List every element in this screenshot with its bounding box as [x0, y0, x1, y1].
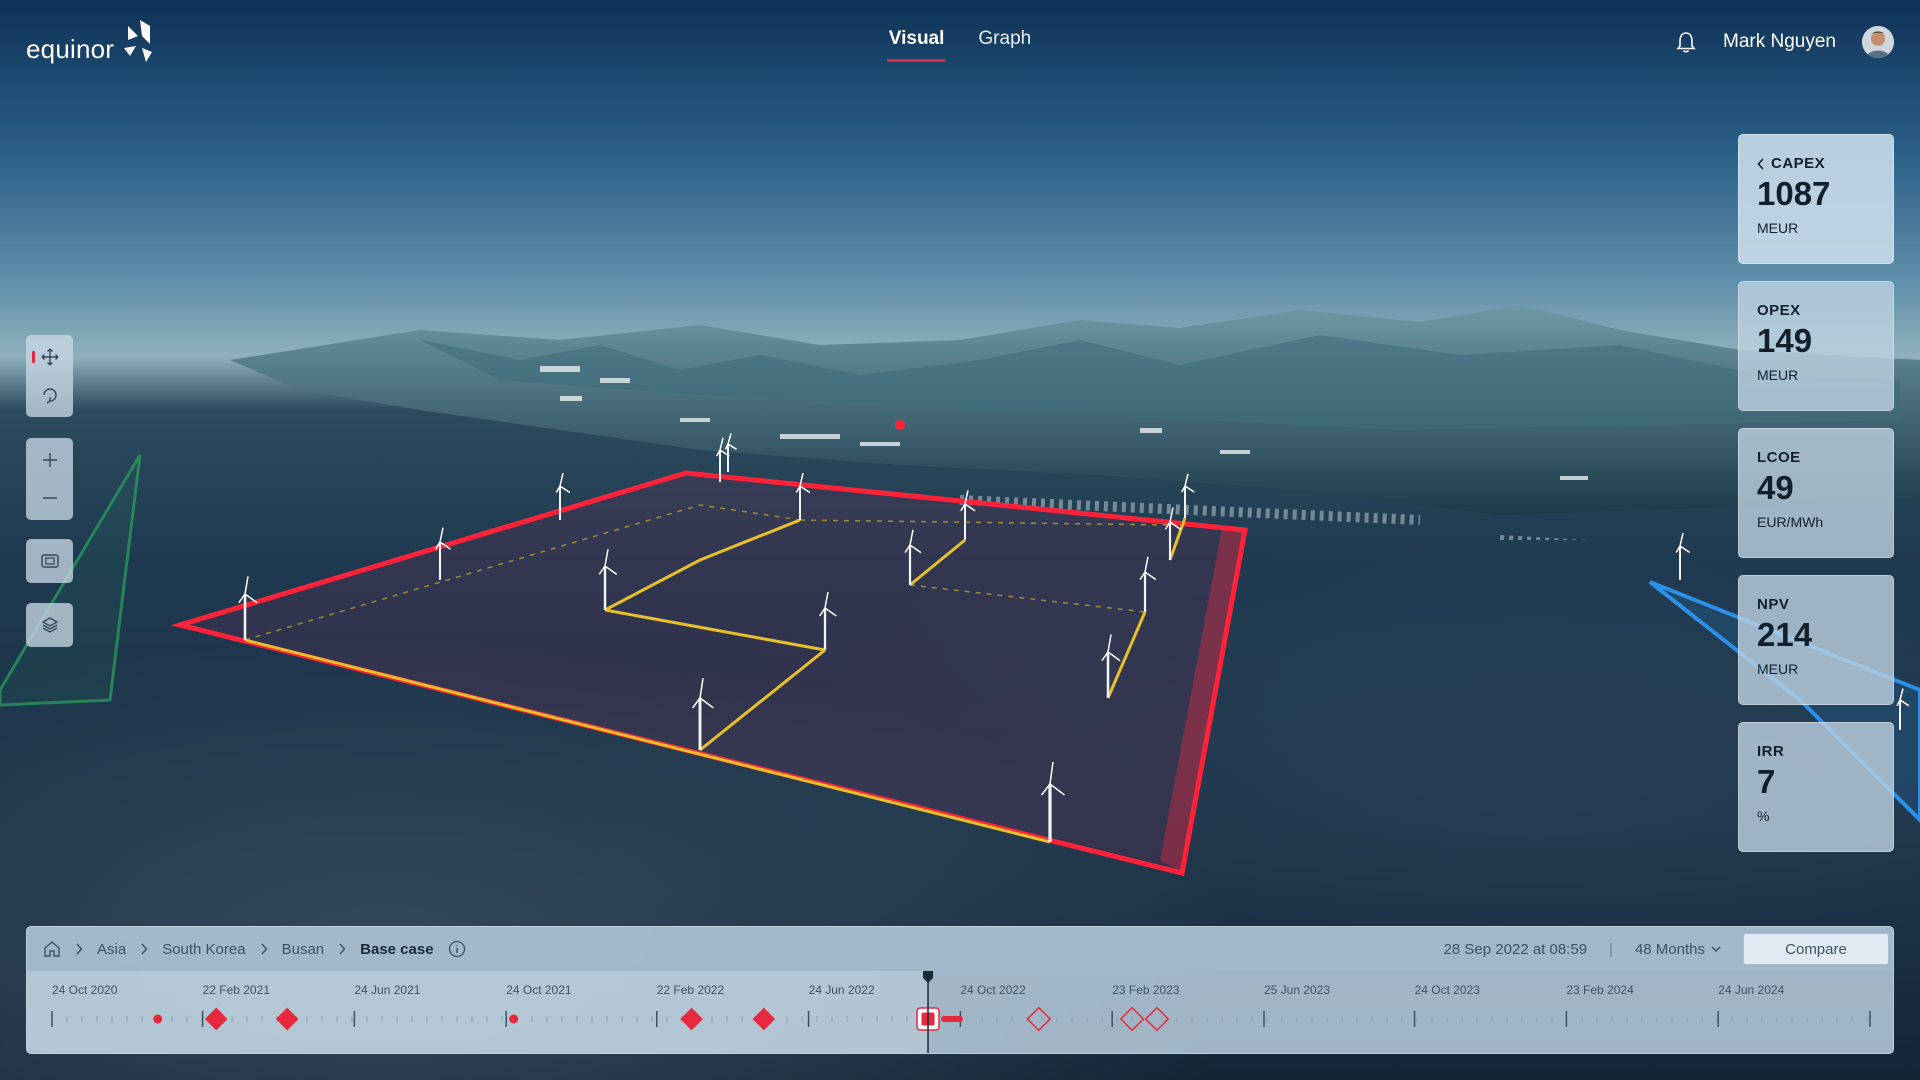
zoom-out-button[interactable]	[26, 479, 73, 517]
kpi-value: 149	[1757, 322, 1813, 359]
user-area: Mark Nguyen	[1675, 26, 1894, 58]
date-label: 23 Feb 2024	[1566, 983, 1634, 997]
selected-farm-boundary[interactable]	[170, 470, 1248, 877]
layers-toolbar	[26, 603, 73, 647]
kpi-card-lcoe[interactable]: LCOE 49 EUR/MWh	[1738, 428, 1894, 558]
kpi-card-irr[interactable]: IRR 7 %	[1738, 722, 1894, 852]
bell-icon[interactable]	[1675, 30, 1697, 54]
period-value: 48 Months	[1634, 940, 1705, 958]
zoom-group	[26, 438, 73, 520]
view-tabs: Visual Graph	[0, 28, 1920, 62]
date-label: 24 Jun 2021	[354, 983, 421, 997]
date-label: 24 Jun 2024	[1718, 983, 1785, 997]
wind-turbine[interactable]	[724, 433, 737, 472]
kpi-value: 214	[1757, 616, 1813, 653]
date-label: 22 Feb 2021	[202, 983, 270, 997]
navigation-toolbar	[26, 335, 73, 417]
timeline-header: Asia South Korea Busan Base case 28 Sep …	[27, 927, 1893, 971]
home-icon[interactable]	[43, 940, 61, 958]
zoom-in-button[interactable]	[26, 441, 73, 479]
divider: |	[1609, 940, 1613, 958]
kpi-label: NPV	[1757, 596, 1790, 613]
period-select[interactable]: 48 Months	[1635, 941, 1721, 958]
fit-view-button[interactable]	[26, 542, 73, 580]
avatar[interactable]	[1862, 26, 1894, 58]
chevron-down-icon	[1711, 946, 1721, 953]
kpi-unit: MEUR	[1757, 367, 1799, 384]
wind-farm-layer	[0, 433, 1920, 877]
milestone-dot[interactable]	[153, 1014, 163, 1024]
layers-button[interactable]	[26, 606, 73, 644]
date-label: 24 Jun 2022	[808, 983, 875, 997]
timeline-controls: 28 Sep 2022 at 08:59 | 48 Months Compare	[1443, 933, 1889, 965]
date-label: 25 Jun 2023	[1264, 983, 1331, 997]
milestone-dot[interactable]	[509, 1014, 519, 1024]
chevron-right-icon	[76, 943, 83, 955]
tab-visual[interactable]: Visual	[886, 28, 947, 62]
fit-view-group	[26, 539, 73, 583]
breadcrumb: Asia South Korea Busan Base case	[43, 940, 466, 958]
chevron-right-icon	[261, 943, 268, 955]
kpi-card-opex[interactable]: OPEX 149 MEUR	[1738, 281, 1894, 411]
elapsed-region	[27, 971, 929, 1053]
kpi-unit: MEUR	[1757, 220, 1799, 237]
kpi-value: 49	[1757, 469, 1794, 506]
fit-view-icon	[40, 554, 59, 568]
pan-button[interactable]	[26, 338, 73, 376]
date-label: 24 Oct 2023	[1414, 983, 1480, 997]
chevron-right-icon	[141, 943, 148, 955]
kpi-label: IRR	[1757, 743, 1785, 760]
date-label: 22 Feb 2022	[656, 983, 725, 997]
breadcrumb-item-asia[interactable]: Asia	[97, 941, 126, 958]
rotate-icon	[42, 388, 57, 404]
kpi-card-capex[interactable]: CAPEX 1087 MEUR	[1738, 134, 1894, 264]
info-icon[interactable]	[448, 940, 466, 958]
kpi-label: LCOE	[1757, 449, 1801, 466]
date-label: 23 Feb 2023	[1112, 983, 1180, 997]
view-toolbar	[26, 539, 73, 583]
tab-graph[interactable]: Graph	[976, 28, 1033, 60]
kpi-label: CAPEX	[1771, 155, 1826, 172]
breadcrumb-current: Base case	[360, 940, 434, 958]
zoom-toolbar	[26, 438, 73, 520]
zoom-out-icon	[42, 497, 57, 499]
milestone-square[interactable]	[916, 1007, 964, 1031]
move-icon	[41, 348, 58, 366]
timeline-track[interactable]: 24 Oct 2020 22 Feb 2021 24 Jun 2021 24 Oct …	[27, 971, 1893, 1053]
wind-turbine[interactable]	[1675, 532, 1691, 580]
compare-button[interactable]: Compare	[1743, 933, 1889, 965]
zoom-in-icon	[42, 453, 57, 467]
kpi-label-row: CAPEX	[1757, 155, 1875, 172]
kpi-label: OPEX	[1757, 302, 1801, 319]
orbit-button[interactable]	[26, 376, 73, 414]
layers-icon	[41, 617, 58, 633]
kpi-value: 1087	[1757, 175, 1831, 212]
kpi-unit: %	[1757, 808, 1770, 825]
milestone-diamond[interactable]	[1026, 1006, 1052, 1032]
chevron-left-icon[interactable]	[1757, 157, 1765, 170]
layers-group	[26, 603, 73, 647]
camera-mode-group	[26, 335, 73, 417]
timeline-panel: Asia South Korea Busan Base case 28 Sep …	[26, 926, 1894, 1054]
breadcrumb-item-busan[interactable]: Busan	[282, 941, 325, 958]
top-bar: equinor Visual Graph Mark Nguyen	[0, 0, 1920, 84]
kpi-unit: EUR/MWh	[1757, 514, 1824, 531]
user-name[interactable]: Mark Nguyen	[1723, 31, 1836, 53]
map-viewport[interactable]	[0, 0, 1920, 1080]
kpi-value: 7	[1757, 763, 1776, 800]
milestone-diamond[interactable]	[1144, 1006, 1170, 1032]
chevron-right-icon	[339, 943, 346, 955]
breadcrumb-item-south-korea[interactable]: South Korea	[162, 941, 245, 958]
kpi-panel: CAPEX 1087 MEUR OPEX 149 MEUR LCOE 49 EU…	[1738, 134, 1894, 869]
date-label: 24 Oct 2020	[52, 983, 118, 997]
wind-turbine[interactable]	[1180, 473, 1195, 518]
kpi-unit: MEUR	[1757, 661, 1799, 678]
date-label: 24 Oct 2022	[960, 983, 1026, 997]
timestamp: 28 Sep 2022 at 08:59	[1443, 940, 1588, 958]
date-label: 24 Oct 2021	[506, 983, 572, 997]
kpi-card-npv[interactable]: NPV 214 MEUR	[1738, 575, 1894, 705]
